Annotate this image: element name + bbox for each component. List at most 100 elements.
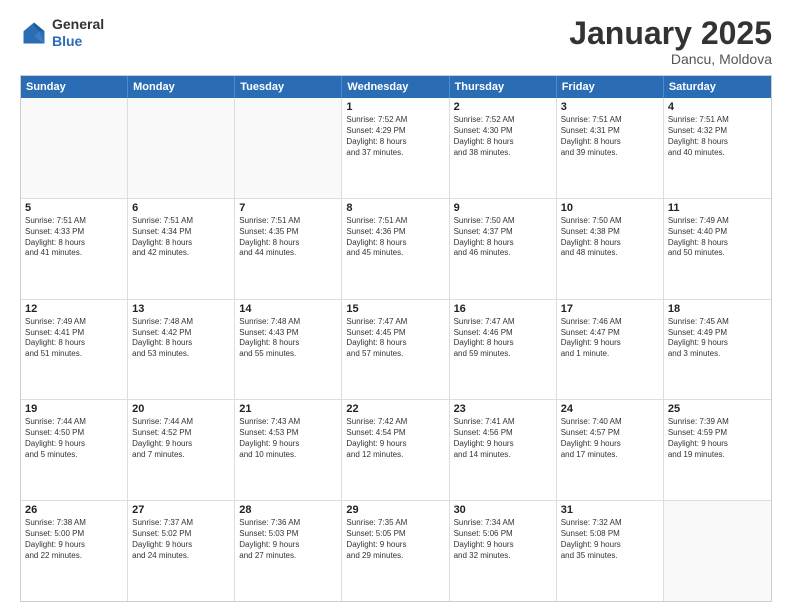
- calendar-cell: 15 Sunrise: 7:47 AM Sunset: 4:45 PM Dayli…: [342, 300, 449, 400]
- calendar-cell: 2 Sunrise: 7:52 AM Sunset: 4:30 PM Daylig…: [450, 98, 557, 198]
- day-number: 15: [346, 303, 444, 315]
- cell-info: Sunrise: 7:32 AM Sunset: 5:08 PM Dayligh…: [561, 518, 659, 561]
- cell-info: Sunrise: 7:52 AM Sunset: 4:30 PM Dayligh…: [454, 115, 552, 158]
- day-number: 21: [239, 403, 337, 415]
- calendar-cell: 16 Sunrise: 7:47 AM Sunset: 4:46 PM Dayli…: [450, 300, 557, 400]
- cell-info: Sunrise: 7:41 AM Sunset: 4:56 PM Dayligh…: [454, 417, 552, 460]
- calendar-row: 12Sunrise: 7:49 AM Sunset: 4:41 PM Dayli…: [21, 299, 771, 400]
- day-number: 3: [561, 101, 659, 113]
- weekday-header: Friday: [557, 76, 664, 98]
- calendar-cell: [235, 98, 342, 198]
- weekday-header: Saturday: [664, 76, 771, 98]
- calendar-cell: 1 Sunrise: 7:52 AM Sunset: 4:29 PM Daylig…: [342, 98, 449, 198]
- logo: General Blue: [20, 16, 104, 50]
- calendar-cell: 7 Sunrise: 7:51 AM Sunset: 4:35 PM Daylig…: [235, 199, 342, 299]
- logo-blue: Blue: [52, 33, 82, 49]
- calendar-cell: 10 Sunrise: 7:50 AM Sunset: 4:38 PM Dayli…: [557, 199, 664, 299]
- cell-info: Sunrise: 7:46 AM Sunset: 4:47 PM Dayligh…: [561, 317, 659, 360]
- logo-text: General Blue: [52, 16, 104, 50]
- cell-info: Sunrise: 7:48 AM Sunset: 4:42 PM Dayligh…: [132, 317, 230, 360]
- day-number: 13: [132, 303, 230, 315]
- cell-info: Sunrise: 7:52 AM Sunset: 4:29 PM Dayligh…: [346, 115, 444, 158]
- calendar-cell: 17 Sunrise: 7:46 AM Sunset: 4:47 PM Dayli…: [557, 300, 664, 400]
- cell-info: Sunrise: 7:51 AM Sunset: 4:34 PM Dayligh…: [132, 216, 230, 259]
- day-number: 27: [132, 504, 230, 516]
- day-number: 2: [454, 101, 552, 113]
- cell-info: Sunrise: 7:50 AM Sunset: 4:38 PM Dayligh…: [561, 216, 659, 259]
- logo-icon: [20, 19, 48, 47]
- day-number: 29: [346, 504, 444, 516]
- calendar-cell: 11 Sunrise: 7:49 AM Sunset: 4:40 PM Dayli…: [664, 199, 771, 299]
- day-number: 19: [25, 403, 123, 415]
- calendar-cell: 9Sunrise: 7:50 AM Sunset: 4:37 PM Daylig…: [450, 199, 557, 299]
- day-number: 16: [454, 303, 552, 315]
- calendar-cell: 12Sunrise: 7:49 AM Sunset: 4:41 PM Dayli…: [21, 300, 128, 400]
- cell-info: Sunrise: 7:44 AM Sunset: 4:52 PM Dayligh…: [132, 417, 230, 460]
- cell-info: Sunrise: 7:51 AM Sunset: 4:32 PM Dayligh…: [668, 115, 767, 158]
- day-number: 11: [668, 202, 767, 214]
- calendar-row: 1 Sunrise: 7:52 AM Sunset: 4:29 PM Daylig…: [21, 98, 771, 198]
- month-title: January 2025: [569, 16, 772, 51]
- cell-info: Sunrise: 7:43 AM Sunset: 4:53 PM Dayligh…: [239, 417, 337, 460]
- calendar-cell: 6 Sunrise: 7:51 AM Sunset: 4:34 PM Daylig…: [128, 199, 235, 299]
- weekday-header: Thursday: [450, 76, 557, 98]
- cell-info: Sunrise: 7:47 AM Sunset: 4:46 PM Dayligh…: [454, 317, 552, 360]
- calendar-cell: 4 Sunrise: 7:51 AM Sunset: 4:32 PM Daylig…: [664, 98, 771, 198]
- calendar-cell: 8Sunrise: 7:51 AM Sunset: 4:36 PM Daylig…: [342, 199, 449, 299]
- day-number: 31: [561, 504, 659, 516]
- calendar-body: 1 Sunrise: 7:52 AM Sunset: 4:29 PM Daylig…: [21, 98, 771, 601]
- day-number: 6: [132, 202, 230, 214]
- calendar: SundayMondayTuesdayWednesdayThursdayFrid…: [20, 75, 772, 602]
- calendar-cell: [664, 501, 771, 601]
- cell-info: Sunrise: 7:51 AM Sunset: 4:33 PM Dayligh…: [25, 216, 123, 259]
- calendar-cell: 28Sunrise: 7:36 AM Sunset: 5:03 PM Dayli…: [235, 501, 342, 601]
- weekday-header: Tuesday: [235, 76, 342, 98]
- cell-info: Sunrise: 7:34 AM Sunset: 5:06 PM Dayligh…: [454, 518, 552, 561]
- calendar-cell: 24 Sunrise: 7:40 AM Sunset: 4:57 PM Dayli…: [557, 400, 664, 500]
- calendar-cell: 22Sunrise: 7:42 AM Sunset: 4:54 PM Dayli…: [342, 400, 449, 500]
- calendar-cell: 23 Sunrise: 7:41 AM Sunset: 4:56 PM Dayli…: [450, 400, 557, 500]
- day-number: 4: [668, 101, 767, 113]
- cell-info: Sunrise: 7:38 AM Sunset: 5:00 PM Dayligh…: [25, 518, 123, 561]
- calendar-cell: [128, 98, 235, 198]
- day-number: 28: [239, 504, 337, 516]
- day-number: 10: [561, 202, 659, 214]
- cell-info: Sunrise: 7:49 AM Sunset: 4:40 PM Dayligh…: [668, 216, 767, 259]
- calendar-row: 5Sunrise: 7:51 AM Sunset: 4:33 PM Daylig…: [21, 198, 771, 299]
- logo-general: General: [52, 16, 104, 32]
- day-number: 24: [561, 403, 659, 415]
- cell-info: Sunrise: 7:39 AM Sunset: 4:59 PM Dayligh…: [668, 417, 767, 460]
- cell-info: Sunrise: 7:51 AM Sunset: 4:36 PM Dayligh…: [346, 216, 444, 259]
- cell-info: Sunrise: 7:45 AM Sunset: 4:49 PM Dayligh…: [668, 317, 767, 360]
- calendar-row: 19Sunrise: 7:44 AM Sunset: 4:50 PM Dayli…: [21, 399, 771, 500]
- day-number: 22: [346, 403, 444, 415]
- calendar-cell: 30Sunrise: 7:34 AM Sunset: 5:06 PM Dayli…: [450, 501, 557, 601]
- cell-info: Sunrise: 7:40 AM Sunset: 4:57 PM Dayligh…: [561, 417, 659, 460]
- cell-info: Sunrise: 7:51 AM Sunset: 4:35 PM Dayligh…: [239, 216, 337, 259]
- day-number: 7: [239, 202, 337, 214]
- day-number: 23: [454, 403, 552, 415]
- calendar-cell: 27 Sunrise: 7:37 AM Sunset: 5:02 PM Dayli…: [128, 501, 235, 601]
- calendar-cell: [21, 98, 128, 198]
- cell-info: Sunrise: 7:37 AM Sunset: 5:02 PM Dayligh…: [132, 518, 230, 561]
- calendar-cell: 29Sunrise: 7:35 AM Sunset: 5:05 PM Dayli…: [342, 501, 449, 601]
- day-number: 20: [132, 403, 230, 415]
- calendar-cell: 31 Sunrise: 7:32 AM Sunset: 5:08 PM Dayli…: [557, 501, 664, 601]
- calendar-header: SundayMondayTuesdayWednesdayThursdayFrid…: [21, 76, 771, 98]
- cell-info: Sunrise: 7:51 AM Sunset: 4:31 PM Dayligh…: [561, 115, 659, 158]
- calendar-row: 26 Sunrise: 7:38 AM Sunset: 5:00 PM Dayli…: [21, 500, 771, 601]
- cell-info: Sunrise: 7:50 AM Sunset: 4:37 PM Dayligh…: [454, 216, 552, 259]
- location: Dancu, Moldova: [569, 51, 772, 67]
- calendar-cell: 3 Sunrise: 7:51 AM Sunset: 4:31 PM Daylig…: [557, 98, 664, 198]
- day-number: 25: [668, 403, 767, 415]
- cell-info: Sunrise: 7:48 AM Sunset: 4:43 PM Dayligh…: [239, 317, 337, 360]
- calendar-cell: 5Sunrise: 7:51 AM Sunset: 4:33 PM Daylig…: [21, 199, 128, 299]
- day-number: 14: [239, 303, 337, 315]
- day-number: 17: [561, 303, 659, 315]
- day-number: 12: [25, 303, 123, 315]
- day-number: 18: [668, 303, 767, 315]
- cell-info: Sunrise: 7:47 AM Sunset: 4:45 PM Dayligh…: [346, 317, 444, 360]
- page: General Blue January 2025 Dancu, Moldova…: [0, 0, 792, 612]
- day-number: 1: [346, 101, 444, 113]
- day-number: 26: [25, 504, 123, 516]
